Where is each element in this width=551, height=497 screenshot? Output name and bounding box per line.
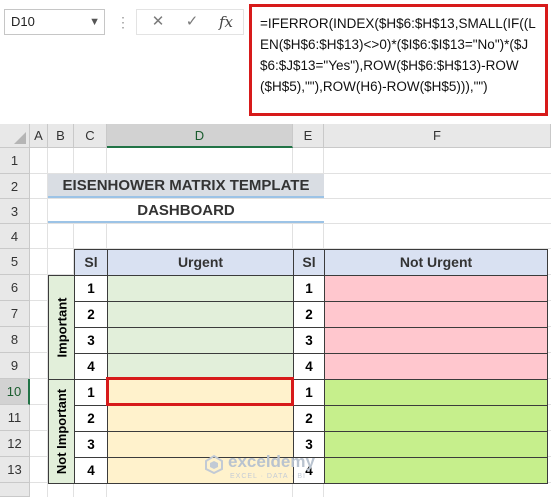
row-header-7[interactable]: 7 bbox=[0, 301, 30, 327]
drag-handle-icon[interactable]: ⋮ bbox=[116, 12, 130, 32]
not-urgent-important-cell[interactable] bbox=[324, 275, 548, 302]
important-label-text: Important bbox=[54, 297, 70, 358]
not-urgent-important-cell[interactable] bbox=[324, 353, 548, 380]
sl-cell[interactable]: 4 bbox=[74, 353, 108, 380]
watermark-brand: exceldemy bbox=[228, 452, 315, 471]
urgent-not-important-cell[interactable] bbox=[107, 405, 294, 432]
not-important-label-text: Not Important bbox=[54, 388, 69, 475]
sl-cell[interactable]: 2 bbox=[293, 405, 325, 432]
sl-cell[interactable]: 1 bbox=[293, 275, 325, 302]
important-label[interactable]: Important bbox=[48, 275, 75, 380]
column-header-f[interactable]: F bbox=[324, 124, 551, 148]
row-header-11[interactable]: 11 bbox=[0, 405, 30, 431]
sl-header-left[interactable]: Sl bbox=[74, 249, 108, 276]
urgent-important-cell[interactable] bbox=[107, 353, 294, 380]
not-important-label[interactable]: Not Important bbox=[48, 379, 75, 484]
row-header-10[interactable]: 10 bbox=[0, 379, 30, 405]
urgent-important-cell[interactable] bbox=[107, 301, 294, 328]
formula-input[interactable]: =IFERROR(INDEX($H$6:$H$13,SMALL(IF((LEN(… bbox=[249, 4, 548, 116]
column-header-e[interactable]: E bbox=[293, 124, 324, 148]
page-subtitle[interactable]: DASHBOARD bbox=[48, 199, 324, 223]
formula-bar: D10 ▼ ⋮ ✕ ✓ fx =IFERROR(INDEX($H$6:$H$13… bbox=[0, 0, 551, 124]
name-box-value: D10 bbox=[11, 14, 35, 29]
sl-cell[interactable]: 1 bbox=[74, 275, 108, 302]
select-all-corner[interactable] bbox=[0, 124, 30, 148]
sl-header-right[interactable]: Sl bbox=[293, 249, 325, 276]
not-urgent-not-important-cell[interactable] bbox=[324, 431, 548, 458]
row-header-9[interactable]: 9 bbox=[0, 353, 30, 379]
row-header-13[interactable]: 13 bbox=[0, 457, 30, 483]
sl-cell[interactable]: 1 bbox=[293, 379, 325, 406]
row-header-1[interactable]: 1 bbox=[0, 148, 30, 174]
watermark: exceldemy EXCEL · DATA · BI bbox=[204, 452, 354, 484]
row-header-2[interactable]: 2 bbox=[0, 174, 30, 199]
page-title[interactable]: EISENHOWER MATRIX TEMPLATE bbox=[48, 174, 324, 198]
row-header-5[interactable]: 5 bbox=[0, 249, 30, 275]
sl-cell[interactable]: 2 bbox=[293, 301, 325, 328]
sl-cell[interactable]: 3 bbox=[293, 327, 325, 354]
sl-cell[interactable]: 2 bbox=[74, 301, 108, 328]
not-urgent-not-important-cell[interactable] bbox=[324, 405, 548, 432]
column-header-a[interactable]: A bbox=[30, 124, 48, 148]
not-urgent-header[interactable]: Not Urgent bbox=[324, 249, 548, 276]
not-urgent-not-important-cell[interactable] bbox=[324, 457, 548, 484]
urgent-header[interactable]: Urgent bbox=[107, 249, 294, 276]
row-header-12[interactable]: 12 bbox=[0, 431, 30, 457]
sl-cell[interactable]: 3 bbox=[74, 327, 108, 354]
chevron-down-icon[interactable]: ▼ bbox=[89, 10, 100, 34]
urgent-important-cell[interactable] bbox=[107, 275, 294, 302]
cancel-icon[interactable]: ✕ bbox=[143, 10, 173, 34]
insert-function-icon[interactable]: fx bbox=[211, 10, 241, 34]
selected-cell-d10[interactable] bbox=[106, 377, 294, 406]
row-header-14[interactable] bbox=[0, 483, 30, 497]
row-header-4[interactable]: 4 bbox=[0, 224, 30, 249]
sl-cell[interactable]: 3 bbox=[74, 431, 108, 458]
column-header-d[interactable]: D bbox=[107, 124, 293, 148]
urgent-important-cell[interactable] bbox=[107, 327, 294, 354]
row-header-3[interactable]: 3 bbox=[0, 199, 30, 224]
row-header-6[interactable]: 6 bbox=[0, 275, 30, 301]
sl-cell[interactable]: 1 bbox=[74, 379, 108, 406]
column-header-c[interactable]: C bbox=[74, 124, 107, 148]
not-urgent-important-cell[interactable] bbox=[324, 327, 548, 354]
sl-cell[interactable]: 4 bbox=[293, 353, 325, 380]
sl-cell[interactable]: 4 bbox=[74, 457, 108, 484]
not-urgent-important-cell[interactable] bbox=[324, 301, 548, 328]
enter-icon[interactable]: ✓ bbox=[177, 10, 207, 34]
formula-buttons: ✕ ✓ fx bbox=[136, 9, 244, 35]
sl-cell[interactable]: 2 bbox=[74, 405, 108, 432]
exceldemy-logo-icon bbox=[205, 454, 223, 474]
not-urgent-not-important-cell[interactable] bbox=[324, 379, 548, 406]
row-header-8[interactable]: 8 bbox=[0, 327, 30, 353]
watermark-tagline: EXCEL · DATA · BI bbox=[230, 473, 306, 480]
gridline bbox=[30, 223, 551, 224]
column-header-b[interactable]: B bbox=[48, 124, 74, 148]
name-box[interactable]: D10 ▼ bbox=[4, 9, 105, 35]
